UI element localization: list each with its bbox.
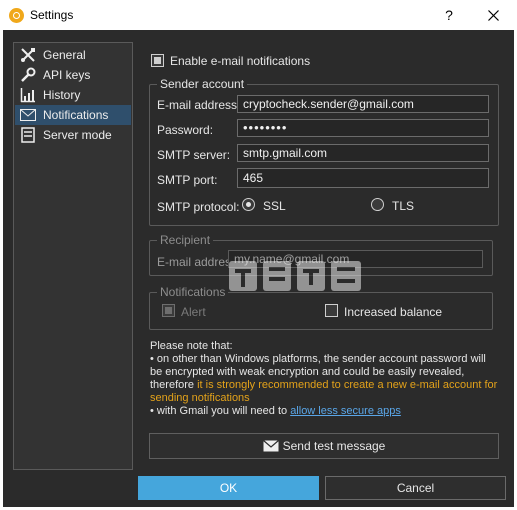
alert-checkbox[interactable] <box>162 304 175 317</box>
sidebar-item-server-mode[interactable]: Server mode <box>15 125 131 145</box>
enable-email-checkbox[interactable] <box>151 54 164 67</box>
send-test-label: Send test message <box>282 439 386 453</box>
smtp-protocol-label: SMTP protocol: <box>157 200 240 214</box>
password-field[interactable]: •••••••• <box>237 119 489 137</box>
enable-email-label: Enable e-mail notifications <box>170 54 311 68</box>
increased-balance-label: Increased balance <box>344 305 443 319</box>
sidebar-item-history[interactable]: History <box>15 85 131 105</box>
note-warning-text: it is strongly recommended to create a n… <box>150 379 498 404</box>
less-secure-apps-link[interactable]: allow less secure apps <box>290 405 401 417</box>
tls-label: TLS <box>392 199 415 213</box>
ssl-label: SSL <box>263 199 286 213</box>
alert-label: Alert <box>181 305 206 319</box>
sidebar-item-label: History <box>43 88 81 102</box>
send-test-message-button[interactable]: Send test message <box>149 433 499 459</box>
sender-email-label: E-mail address: <box>157 98 241 112</box>
server-icon <box>19 127 37 143</box>
ok-button[interactable]: OK <box>138 476 319 500</box>
smtp-server-label: SMTP server: <box>157 148 231 162</box>
smtp-server-field[interactable]: smtp.gmail.com <box>237 144 489 162</box>
tls-radio[interactable] <box>371 198 384 211</box>
close-button[interactable] <box>480 4 506 26</box>
ssl-radio[interactable] <box>242 198 255 211</box>
wrench-icon <box>19 67 37 83</box>
sender-email-field[interactable]: cryptocheck.sender@gmail.com <box>237 95 489 113</box>
sidebar-item-general[interactable]: General <box>15 45 131 65</box>
envelope-icon <box>262 440 279 452</box>
note-line-2: • with Gmail you will need to allow less… <box>150 405 500 418</box>
close-icon <box>487 10 499 21</box>
recipient-title: Recipient <box>157 233 214 247</box>
window-title: Settings <box>30 8 74 22</box>
sidebar-item-api-keys[interactable]: API keys <box>15 65 131 85</box>
note-line-1: • on other than Windows platforms, the s… <box>150 353 500 405</box>
increased-balance-checkbox[interactable] <box>325 304 338 317</box>
help-button[interactable]: ? <box>437 4 461 26</box>
password-label: Password: <box>157 123 214 137</box>
app-logo-icon <box>9 8 24 23</box>
settings-window: General API keys History Notifications S… <box>3 30 514 507</box>
title-bar: Settings ? <box>0 0 517 30</box>
smtp-port-label: SMTP port: <box>157 173 218 187</box>
note-line-2-text: • with Gmail you will need to <box>150 405 291 417</box>
note-heading: Please note that: <box>150 340 233 352</box>
sidebar-item-notifications[interactable]: Notifications <box>15 105 131 125</box>
chart-icon <box>19 87 37 103</box>
envelope-icon <box>19 107 37 123</box>
security-note: Please note that: • on other than Window… <box>150 340 500 418</box>
sender-account-title: Sender account <box>157 77 248 91</box>
notification-types-title: Notifications <box>157 285 229 299</box>
tools-icon <box>19 47 37 63</box>
recipient-email-field[interactable]: my.name@gmail.com <box>228 250 483 268</box>
smtp-port-field[interactable]: 465 <box>237 168 489 188</box>
sidebar-item-label: API keys <box>43 68 91 82</box>
notifications-panel: Enable e-mail notifications Sender accou… <box>145 30 505 470</box>
sidebar-item-label: Notifications <box>43 108 109 122</box>
cancel-button[interactable]: Cancel <box>325 476 506 500</box>
sidebar-item-label: Server mode <box>43 128 112 142</box>
settings-sidebar: General API keys History Notifications S… <box>13 42 133 470</box>
sidebar-item-label: General <box>43 48 86 62</box>
